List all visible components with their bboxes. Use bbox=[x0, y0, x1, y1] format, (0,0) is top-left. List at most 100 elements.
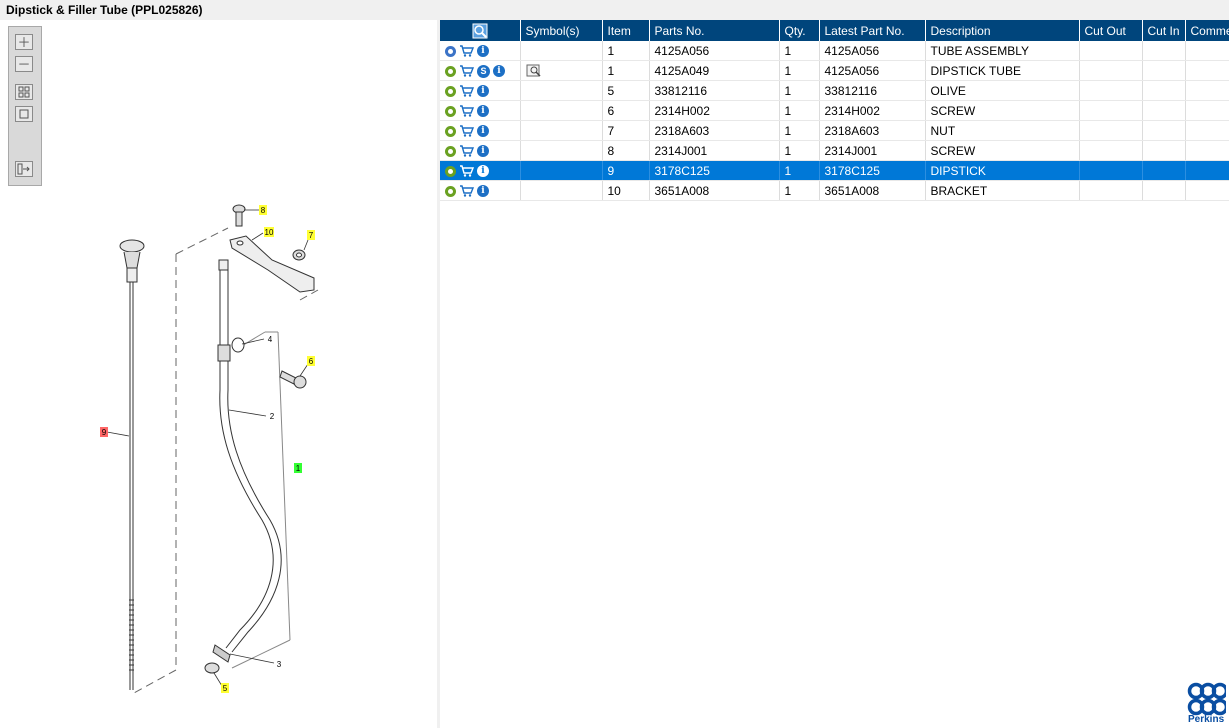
table-row[interactable]: i 1 4125A056 1 4125A056 TUBE ASSEMBLY bbox=[440, 41, 1229, 61]
table-row[interactable]: i 6 2314H002 1 2314H002 SCREW bbox=[440, 100, 1229, 121]
gear-icon[interactable] bbox=[445, 145, 456, 157]
cell-description: SCREW bbox=[925, 140, 1080, 161]
exploded-parts-diagram[interactable]: 8 10 7 4 6 2 9 1 3 5 bbox=[0, 20, 437, 728]
toggle-list-button[interactable] bbox=[15, 161, 33, 177]
fit-all-button[interactable] bbox=[15, 84, 33, 100]
gear-icon[interactable] bbox=[445, 125, 456, 137]
cell-cut-in bbox=[1142, 60, 1186, 81]
info-icon[interactable]: i bbox=[477, 85, 489, 98]
callout-3: 3 bbox=[277, 660, 282, 669]
table-row-selected[interactable]: i 9 3178C125 1 3178C125 DIPSTICK bbox=[440, 160, 1229, 181]
cell-comment bbox=[1185, 180, 1229, 201]
header-latest-part-no[interactable]: Latest Part No. bbox=[819, 20, 926, 41]
brand-name: Perkins bbox=[1188, 714, 1225, 725]
cell-description: OLIVE bbox=[925, 80, 1080, 101]
cell-parts-no: 3178C125 bbox=[649, 160, 780, 181]
cell-description: SCREW bbox=[925, 100, 1080, 121]
table-row[interactable]: i 7 2318A603 1 2318A603 NUT bbox=[440, 120, 1229, 141]
row-actions: i bbox=[440, 120, 521, 141]
cell-item: 1 bbox=[602, 41, 650, 61]
cell-description: TUBE ASSEMBLY bbox=[925, 41, 1080, 61]
header-description[interactable]: Description bbox=[925, 20, 1080, 41]
cell-comment bbox=[1185, 80, 1229, 101]
header-parts-no[interactable]: Parts No. bbox=[649, 20, 780, 41]
header-cut-in[interactable]: Cut In bbox=[1142, 20, 1186, 41]
cell-cut-out bbox=[1079, 160, 1143, 181]
window-title: Dipstick & Filler Tube (PPL025826) bbox=[0, 0, 1229, 20]
cell-cut-in bbox=[1142, 140, 1186, 161]
header-comment[interactable]: Comment bbox=[1185, 20, 1229, 41]
gear-icon[interactable] bbox=[445, 65, 456, 77]
plus-icon: ＋ bbox=[17, 34, 31, 50]
row-symbols bbox=[520, 180, 603, 201]
cell-qty: 1 bbox=[779, 120, 820, 141]
cell-latest-part-no: 3651A008 bbox=[819, 180, 926, 201]
zoom-in-button[interactable]: ＋ bbox=[15, 34, 33, 50]
info-icon[interactable]: i bbox=[477, 45, 489, 58]
cell-cut-out bbox=[1079, 180, 1143, 201]
nut-part bbox=[292, 249, 306, 261]
info-icon[interactable]: i bbox=[477, 165, 489, 178]
filler-tube-part bbox=[204, 259, 282, 674]
cell-cut-in bbox=[1142, 41, 1186, 61]
cart-icon[interactable] bbox=[459, 65, 474, 77]
gear-icon[interactable] bbox=[445, 85, 456, 97]
header-cut-out[interactable]: Cut Out bbox=[1079, 20, 1143, 41]
assembly-gear-icon[interactable] bbox=[445, 45, 456, 57]
header-qty[interactable]: Qty. bbox=[779, 20, 820, 41]
table-row[interactable]: Si 1 4125A049 1 4125A056 DIPSTICK TUBE bbox=[440, 60, 1229, 81]
row-symbols bbox=[520, 60, 603, 81]
service-s-icon[interactable]: S bbox=[477, 64, 490, 78]
row-symbols bbox=[520, 100, 603, 121]
view-drawing-icon[interactable] bbox=[526, 64, 542, 78]
cell-item: 8 bbox=[602, 140, 650, 161]
info-icon[interactable]: i bbox=[477, 105, 489, 118]
cell-cut-in bbox=[1142, 160, 1186, 181]
search-parts-icon[interactable] bbox=[472, 23, 488, 39]
info-icon[interactable]: i bbox=[493, 65, 505, 78]
cell-item: 6 bbox=[602, 100, 650, 121]
table-row[interactable]: i 10 3651A008 1 3651A008 BRACKET bbox=[440, 180, 1229, 201]
cell-item: 5 bbox=[602, 80, 650, 101]
header-symbols[interactable]: Symbol(s) bbox=[520, 20, 603, 41]
callout-6: 6 bbox=[309, 357, 314, 366]
gear-icon[interactable] bbox=[445, 185, 456, 197]
callout-10: 10 bbox=[265, 228, 274, 237]
gear-icon[interactable] bbox=[445, 105, 456, 117]
parts-list-panel: Symbol(s) Item Parts No. Qty. Latest Par… bbox=[440, 20, 1229, 728]
cart-icon[interactable] bbox=[459, 105, 474, 118]
cell-comment bbox=[1185, 140, 1229, 161]
header-item[interactable]: Item bbox=[602, 20, 650, 41]
cart-icon[interactable] bbox=[459, 185, 474, 198]
zoom-out-button[interactable]: － bbox=[15, 56, 33, 72]
info-icon[interactable]: i bbox=[477, 185, 489, 198]
table-row[interactable]: i 5 33812116 1 33812116 OLIVE bbox=[440, 80, 1229, 101]
cart-icon[interactable] bbox=[459, 85, 474, 98]
info-icon[interactable]: i bbox=[477, 145, 489, 158]
group-bracket-lines bbox=[231, 331, 291, 669]
row-symbols bbox=[520, 41, 603, 61]
row-symbols bbox=[520, 140, 603, 161]
fit-window-button[interactable] bbox=[15, 106, 33, 122]
info-icon[interactable]: i bbox=[477, 125, 489, 138]
cell-item: 9 bbox=[602, 160, 650, 181]
gear-icon[interactable] bbox=[445, 165, 456, 177]
drawing-panel[interactable]: 8 10 7 4 6 2 9 1 3 5 ＋ － bbox=[0, 20, 437, 728]
header-actions[interactable] bbox=[440, 20, 521, 41]
row-actions: i bbox=[440, 41, 521, 61]
cell-cut-out bbox=[1079, 60, 1143, 81]
table-row[interactable]: i 8 2314J001 1 2314J001 SCREW bbox=[440, 140, 1229, 161]
cart-icon[interactable] bbox=[459, 145, 474, 158]
cart-icon[interactable] bbox=[459, 165, 474, 178]
row-symbols bbox=[520, 160, 603, 181]
cell-parts-no: 4125A049 bbox=[649, 60, 780, 81]
cell-latest-part-no: 4125A056 bbox=[819, 60, 926, 81]
row-symbols bbox=[520, 80, 603, 101]
callout-5: 5 bbox=[223, 684, 228, 693]
cart-icon[interactable] bbox=[459, 125, 474, 138]
cart-icon[interactable] bbox=[459, 45, 474, 58]
table-header-row: Symbol(s) Item Parts No. Qty. Latest Par… bbox=[440, 20, 1229, 41]
cell-qty: 1 bbox=[779, 100, 820, 121]
zoom-toolbox: ＋ － bbox=[8, 26, 42, 186]
callout-7: 7 bbox=[309, 231, 314, 240]
